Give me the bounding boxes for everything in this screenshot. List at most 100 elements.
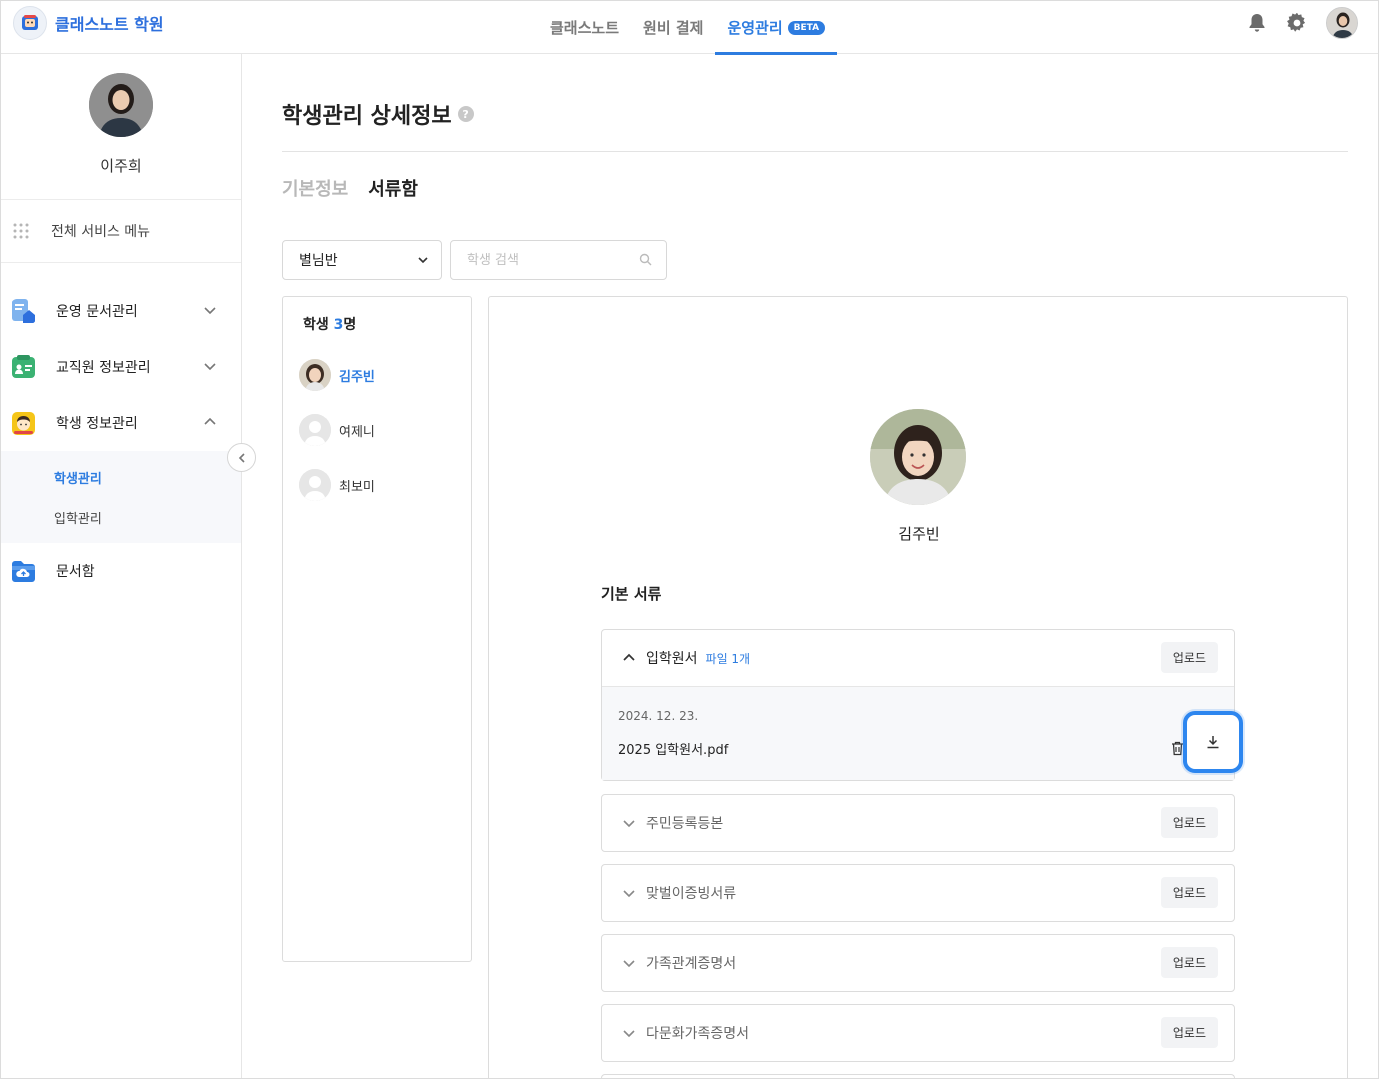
sidebar-item-student-info[interactable]: 학생 정보관리 [1, 395, 241, 451]
default-avatar-icon [299, 469, 331, 501]
document-title: 다문화가족증명서 [646, 1026, 750, 1042]
sidebar: 이주희 전체 서비스 메뉴 운영 문서관리 교직원 정보관리 학생 정보관리 학… [1, 54, 242, 1078]
school-logo-icon [13, 6, 47, 40]
document-card: 맞벌이증빙서류 업로드 [601, 864, 1235, 922]
document-card: 가족관계증명서 업로드 [601, 934, 1235, 992]
document-header[interactable]: 맞벌이증빙서류 업로드 [602, 865, 1234, 921]
chevron-down-icon [204, 307, 216, 315]
student-list-item[interactable]: 김주빈 [299, 359, 375, 391]
all-services-label: 전체 서비스 메뉴 [51, 224, 151, 240]
download-icon [1207, 736, 1219, 749]
document-card-partial [601, 1074, 1235, 1078]
brand-name: 클래스노트 학원 [55, 15, 164, 34]
sidebar-item-document-box[interactable]: 문서함 [1, 543, 241, 599]
top-nav: 클래스노트 원비 결제 운영관리 BETA [538, 1, 837, 55]
profile-section: 이주희 [1, 54, 241, 200]
divider [282, 151, 1348, 152]
default-avatar-icon [299, 414, 331, 446]
student-info-submenu: 학생관리 입학관리 [1, 451, 241, 543]
upload-button[interactable]: 업로드 [1160, 642, 1218, 673]
document-card: 주민등록등본 업로드 [601, 794, 1235, 852]
class-select-value: 별님반 [299, 253, 338, 269]
tab-basic-info[interactable]: 기본정보 [282, 175, 348, 201]
download-button[interactable] [1183, 711, 1243, 773]
upload-button[interactable]: 업로드 [1160, 807, 1218, 838]
topnav-operations[interactable]: 운영관리 BETA [715, 1, 837, 55]
help-icon[interactable]: ? [457, 106, 474, 122]
topnav-label: 클래스노트 [550, 19, 620, 37]
top-icons [1246, 7, 1358, 39]
upload-button[interactable]: 업로드 [1160, 1017, 1218, 1048]
document-header[interactable]: 가족관계증명서 업로드 [602, 935, 1234, 991]
page-title-text: 학생관리 상세정보 [282, 104, 452, 129]
student-photo [870, 409, 966, 505]
section-title: 기본 서류 [601, 585, 662, 603]
user-avatar[interactable] [1326, 7, 1358, 39]
student-name: 최보미 [339, 479, 375, 495]
sidebar-subitem-admission-management[interactable]: 입학관리 [1, 497, 241, 537]
document-header[interactable]: 주민등록등본 업로드 [602, 795, 1234, 851]
chevron-up-icon [204, 417, 216, 425]
topnav-label: 운영관리 [727, 19, 783, 37]
topnav-classnote[interactable]: 클래스노트 [538, 1, 631, 54]
document-title: 입학원서 [646, 651, 698, 667]
student-face-icon [12, 411, 35, 435]
chevron-up-icon [623, 653, 635, 661]
chevron-down-icon [623, 890, 635, 898]
student-name: 김주빈 [339, 369, 375, 385]
bell-icon[interactable] [1246, 12, 1268, 34]
student-list-panel: 학생 3명 김주빈 여제니 최보미 [282, 296, 472, 962]
student-detail-panel: 김주빈 기본 서류 입학원서 파일 1개 업로드 2024. 12. 23. 2… [488, 296, 1348, 1078]
sidebar-item-staff-info[interactable]: 교직원 정보관리 [1, 339, 241, 395]
all-services-menu[interactable]: 전체 서비스 메뉴 [1, 200, 241, 263]
chevron-down-icon [623, 960, 635, 968]
tab-document-box[interactable]: 서류함 [368, 175, 418, 201]
sidebar-item-label: 학생 정보관리 [56, 416, 138, 432]
student-search-input[interactable] [451, 241, 631, 279]
upload-button[interactable]: 업로드 [1160, 947, 1218, 978]
gear-icon[interactable] [1286, 12, 1308, 34]
document-title: 맞벌이증빙서류 [646, 886, 737, 902]
document-title: 가족관계증명서 [646, 956, 737, 972]
sidebar-item-label: 문서함 [56, 564, 95, 580]
document-file-row: 2024. 12. 23. 2025 입학원서.pdf [602, 686, 1234, 780]
folder-cloud-icon [12, 560, 35, 582]
chevron-down-icon [623, 820, 635, 828]
topnav-tuition-payment[interactable]: 원비 결제 [631, 1, 715, 54]
student-count-title: 학생 3명 [303, 314, 356, 334]
beta-badge: BETA [787, 20, 826, 35]
document-card: 다문화가족증명서 업로드 [601, 1004, 1235, 1062]
student-list-item[interactable]: 최보미 [299, 469, 375, 501]
document-header[interactable]: 다문화가족증명서 업로드 [602, 1005, 1234, 1061]
chevron-down-icon [418, 257, 428, 264]
profile-avatar [89, 73, 153, 137]
document-header[interactable]: 입학원서 파일 1개 업로드 [602, 630, 1234, 686]
student-detail-name: 김주빈 [898, 525, 940, 543]
brand[interactable]: 클래스노트 학원 [13, 6, 164, 40]
student-name: 여제니 [339, 424, 375, 440]
student-avatar [299, 359, 331, 391]
sidebar-menu: 운영 문서관리 교직원 정보관리 학생 정보관리 학생관리 입학관리 문서함 [1, 263, 241, 599]
topnav-label: 원비 결제 [643, 19, 704, 37]
sidebar-collapse-button[interactable] [227, 443, 256, 472]
student-count: 3 [333, 317, 344, 333]
upload-button[interactable]: 업로드 [1160, 877, 1218, 908]
top-bar: 클래스노트 학원 클래스노트 원비 결제 운영관리 BETA [1, 1, 1378, 55]
profile-name: 이주희 [100, 157, 142, 175]
chevron-left-icon [238, 452, 245, 463]
sidebar-item-ops-documents[interactable]: 운영 문서관리 [1, 283, 241, 339]
class-select[interactable]: 별님반 [282, 240, 442, 280]
document-title: 주민등록등본 [646, 816, 724, 832]
staff-card-icon [12, 354, 35, 378]
student-list-item[interactable]: 여제니 [299, 414, 375, 446]
app-window: 클래스노트 학원 클래스노트 원비 결제 운영관리 BETA 이주희 전체 서비… [0, 0, 1379, 1079]
sidebar-subitem-student-management[interactable]: 학생관리 [1, 457, 241, 497]
page-title: 학생관리 상세정보 ? [282, 98, 474, 130]
student-count-suffix: 명 [343, 317, 357, 333]
sidebar-item-label: 교직원 정보관리 [56, 360, 151, 376]
search-icon[interactable] [639, 253, 652, 266]
detail-tabs: 기본정보 서류함 [282, 175, 418, 201]
student-search [450, 240, 667, 280]
sidebar-item-label: 운영 문서관리 [56, 304, 138, 320]
file-name[interactable]: 2025 입학원서.pdf [618, 739, 728, 758]
